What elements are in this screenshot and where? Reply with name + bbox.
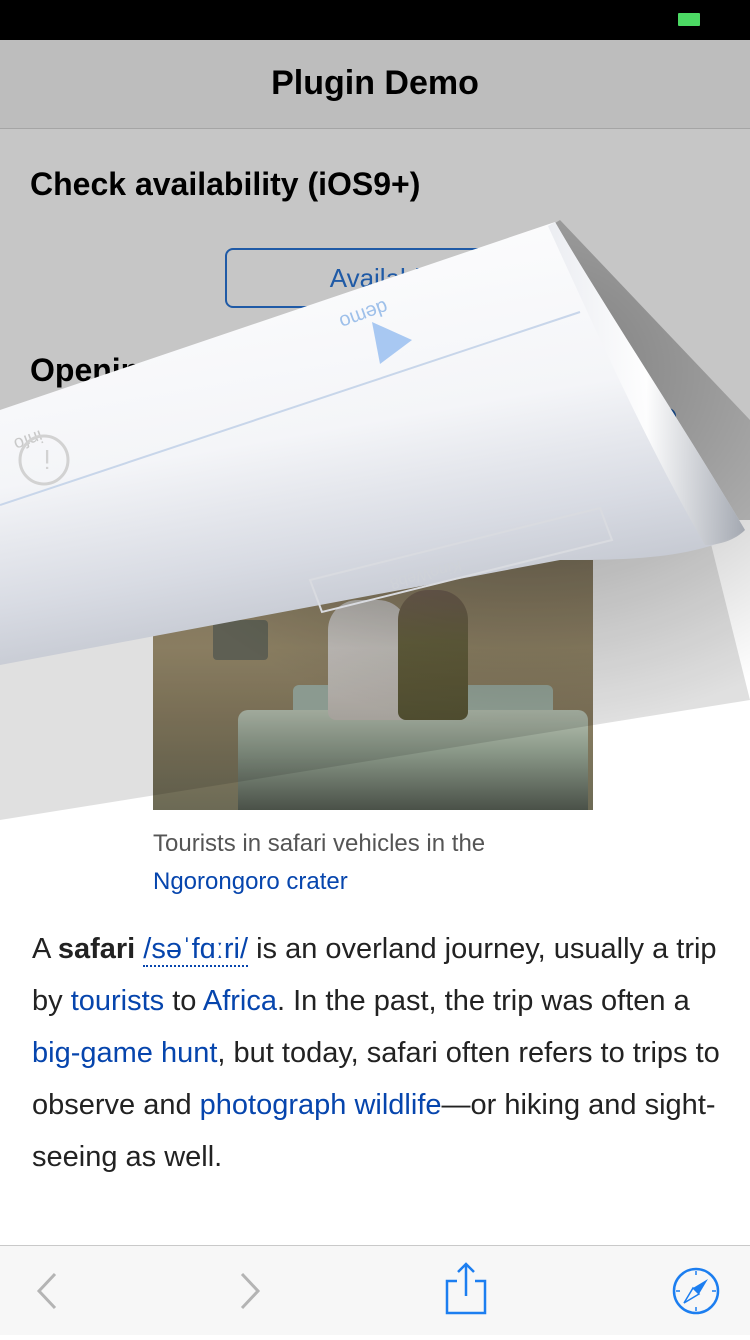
paragraph-text: . In the past, the trip was often a bbox=[277, 985, 690, 1017]
distant-vehicle bbox=[213, 620, 268, 660]
paragraph-text: A bbox=[32, 933, 58, 965]
browser-toolbar bbox=[0, 1245, 750, 1335]
tourists-link[interactable]: tourists bbox=[71, 985, 164, 1017]
ngorongoro-link[interactable]: Ngorongoro crater bbox=[153, 868, 348, 895]
term-safari: safari bbox=[57, 933, 136, 965]
open-button-2[interactable] bbox=[560, 458, 672, 500]
back-button[interactable] bbox=[5, 1246, 85, 1335]
chevron-left-icon bbox=[36, 1272, 57, 1310]
pronunciation-link[interactable]: /səˈfɑːri/ bbox=[143, 933, 249, 967]
safari-photo bbox=[153, 560, 593, 810]
photograph-wildlife-link[interactable]: photograph wildlife bbox=[200, 1089, 442, 1121]
tourist-figure bbox=[328, 600, 408, 720]
caption-text: Tourists in safari vehicles in the bbox=[153, 830, 486, 857]
section-title-opening: Openin bbox=[30, 352, 141, 388]
battery-icon bbox=[678, 13, 700, 26]
safari-vehicle bbox=[238, 710, 588, 810]
navigation-bar: Plugin Demo bbox=[0, 40, 750, 129]
big-game-hunt-link[interactable]: big-game hunt bbox=[32, 1037, 217, 1069]
chevron-right-icon bbox=[240, 1272, 261, 1310]
compass-icon bbox=[672, 1267, 720, 1315]
article-content: Tourists in safari vehicles in the Ngoro… bbox=[0, 520, 750, 1240]
tourist-figure-binoculars bbox=[398, 590, 468, 720]
open-in-safari-button[interactable] bbox=[656, 1246, 736, 1335]
photo-caption: Tourists in safari vehicles in the Ngoro… bbox=[153, 825, 593, 901]
page-title: Plugin Demo bbox=[271, 64, 479, 102]
intro-paragraph: A safari /səˈfɑːri/ is an overland journ… bbox=[32, 923, 722, 1183]
availability-button[interactable]: Availabl bbox=[225, 248, 525, 308]
share-icon bbox=[445, 1262, 487, 1315]
share-button[interactable] bbox=[425, 1246, 505, 1335]
paragraph-text: to bbox=[164, 985, 203, 1017]
status-bar bbox=[0, 0, 750, 40]
forward-button[interactable] bbox=[210, 1246, 290, 1335]
africa-link[interactable]: Africa bbox=[203, 985, 277, 1017]
open-button-1[interactable] bbox=[560, 408, 676, 454]
section-title-availability: Check availability (iOS9+) bbox=[30, 166, 421, 202]
